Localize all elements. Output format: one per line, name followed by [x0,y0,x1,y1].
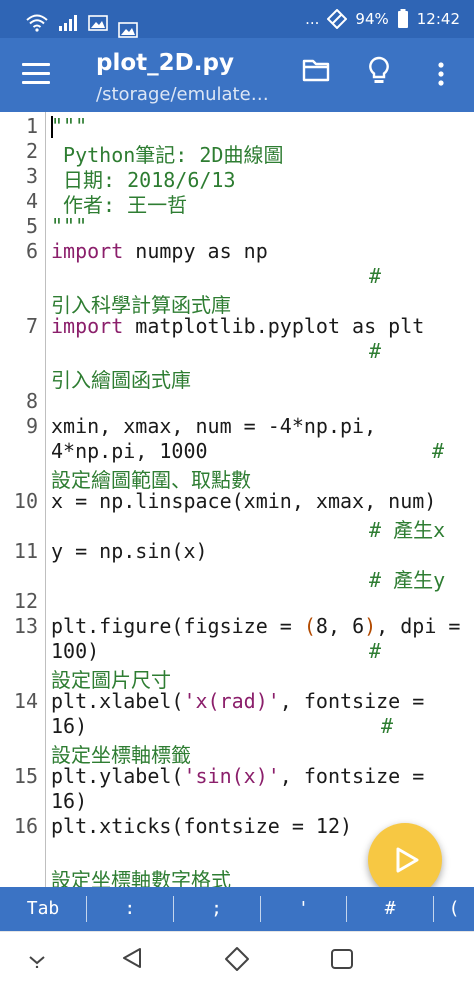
code-text: plt.xlabel( [51,689,184,713]
code-line: import matplotlib.pyplot as plt [51,314,424,338]
app-bar: plot_2D.py /storage/emulate… [0,38,474,112]
hash-key[interactable]: # [347,887,433,931]
bracket: ( [303,614,316,638]
line-number: 11 [13,539,38,563]
recent-apps-icon[interactable] [330,948,354,970]
code-line: x = np.linspace(xmin, xmax, num) [51,489,437,513]
play-icon [396,847,419,873]
quote-key[interactable]: ' [260,887,346,931]
home-icon[interactable] [224,946,250,972]
comment-hash: # [369,264,382,288]
comment: # 產生y [369,568,446,592]
status-bar: ... 94% 12:42 [0,0,474,38]
tab-key[interactable]: Tab [0,887,86,931]
wifi-icon [26,14,48,32]
line-number: 8 [25,389,38,413]
status-right: ... 94% 12:42 [305,9,460,29]
code-line: y = np.sin(x) [51,539,208,563]
image-notification-icon [88,15,108,31]
file-path: /storage/emulate… [96,84,269,105]
navigation-bar [0,931,474,986]
status-ellipsis: ... [305,10,320,28]
line-number: 6 [25,239,38,263]
code-line: plt.ylabel('sin(x)', fontsize = [51,764,424,788]
keyword: import [51,239,124,263]
line-number: 3 [25,164,38,188]
code-line: plt.xlabel('x(rad)', fontsize = [51,689,424,713]
code-line: """ [51,214,88,238]
code-line: plt.figure(figsize = (8, 6), dpi = [51,614,460,638]
code-text: numpy as np [123,239,268,263]
code-text: , dpi = [376,614,461,638]
line-number: 14 [13,689,38,713]
paren-key[interactable]: ( [434,887,474,931]
line-number: 5 [25,214,38,238]
line-number: 16 [13,814,38,838]
line-number: 4 [25,189,38,213]
code-line: plt.xticks(fontsize = 12) [51,814,353,838]
comment-hash: # [369,339,382,363]
line-number: 2 [25,139,38,163]
number: 8 [315,614,328,638]
code-text: plt.ylabel( [51,764,184,788]
code-line: """ [51,114,88,138]
code-text: plt.figure(figsize = [51,614,304,638]
semicolon-key[interactable]: ; [174,887,260,931]
file-title: plot_2D.py [96,50,234,76]
code-line: 4*np.pi, 1000 [51,439,208,463]
hide-keyboard-icon[interactable] [26,952,48,968]
clock: 12:42 [416,10,460,28]
keyword: import [51,314,124,338]
run-button[interactable] [368,823,442,897]
menu-icon[interactable] [22,63,50,85]
image-notification-icon-2 [118,22,138,38]
code-text: , [327,614,353,638]
bracket: ) [364,614,377,638]
code-line: xmin, xmax, num = -4*np.pi, [51,414,377,438]
line-number: 1 [25,114,38,138]
back-icon[interactable] [120,946,144,970]
comment: 設定坐標軸數字格式 [51,868,231,887]
string: 'x(rad)' [183,689,280,713]
number: 6 [352,614,365,638]
battery-percent: 94% [355,10,389,28]
colon-key[interactable]: : [87,887,173,931]
comment-hash: # [369,639,382,663]
line-number: 9 [25,414,38,438]
line-number: 13 [13,614,38,638]
string: 'sin(x)' [183,764,280,788]
line-number: 12 [13,589,38,613]
code-text: , fontsize = [279,689,425,713]
data-saver-icon [327,9,348,29]
line-number: 7 [25,314,38,338]
line-number: 15 [13,764,38,788]
comment: 引入繪圖函式庫 [51,368,191,392]
comment-hash: # [432,439,445,463]
code-text: , fontsize = [279,764,425,788]
more-options-icon[interactable] [437,62,445,86]
folder-icon[interactable] [302,58,330,82]
comment: # 產生x [369,518,446,542]
battery-icon [397,9,408,28]
code-line: 16) [51,714,88,738]
comment-hash: # [381,714,394,738]
symbol-bar: Tab : ; ' # ( [0,887,474,931]
line-number: 10 [13,489,38,513]
code-line: 16) [51,789,88,813]
gutter-divider [45,112,46,887]
status-left [26,8,138,38]
code-line: 100) [51,639,100,663]
code-line: import numpy as np [51,239,268,263]
code-editor[interactable]: 1 2 3 4 5 6 7 8 9 10 11 12 13 14 15 16 "… [0,112,474,887]
lightbulb-icon[interactable] [368,56,390,86]
code-text: matplotlib.pyplot as plt [123,314,425,338]
signal-icon [59,15,77,31]
